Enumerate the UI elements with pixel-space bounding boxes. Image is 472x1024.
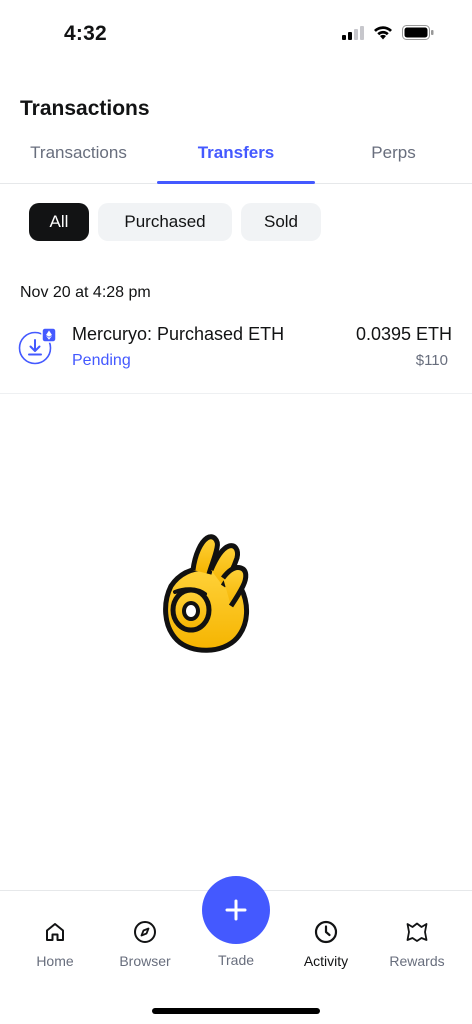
nav-activity[interactable]: Activity [281, 891, 371, 981]
signal-icon [342, 25, 364, 40]
transaction-amount: 0.0395 ETH [355, 324, 452, 344]
compass-icon [134, 921, 156, 943]
transaction-fiat-value: $110 [415, 352, 448, 369]
nav-trade-label: Trade [217, 952, 255, 968]
filter-sold[interactable]: Sold [241, 203, 321, 241]
eth-icon [41, 327, 57, 343]
nav-home-label: Home [36, 953, 74, 969]
filter-all[interactable]: All [29, 203, 89, 241]
nav-browser-label: Browser [119, 953, 171, 969]
transaction-row[interactable]: Mercuryo: Purchased ETH Pending 0.0395 E… [0, 316, 472, 394]
battery-icon [402, 25, 434, 40]
plus-icon [225, 899, 247, 921]
nav-home[interactable]: Home [10, 891, 100, 981]
trade-button[interactable] [202, 876, 270, 944]
tab-bar: Transactions Transfers Perps [0, 138, 472, 184]
transaction-title: Mercuryo: Purchased ETH [72, 324, 285, 344]
nav-browser[interactable]: Browser [100, 891, 190, 981]
clock-icon [314, 920, 338, 944]
transaction-status: Pending [72, 352, 131, 369]
nav-rewards-label: Rewards [389, 953, 445, 969]
wifi-icon [374, 26, 392, 40]
active-tab-indicator [157, 181, 315, 184]
filter-purchased[interactable]: Purchased [98, 203, 232, 241]
tab-transactions[interactable]: Transactions [0, 138, 157, 184]
tab-perps[interactable]: Perps [315, 138, 472, 184]
app-screen: 4:32 Transactions Transactions Transfers… [0, 0, 472, 1024]
status-time: 4:32 [64, 22, 107, 45]
ok-hand-emoji [163, 534, 249, 653]
home-icon [46, 923, 64, 941]
rewards-icon [406, 922, 428, 942]
home-indicator [152, 1008, 320, 1014]
nav-activity-label: Activity [303, 953, 349, 969]
receive-download-icon [18, 327, 57, 365]
status-icons [342, 25, 434, 40]
date-header: Nov 20 at 4:28 pm [20, 284, 151, 301]
nav-rewards[interactable]: Rewards [372, 891, 462, 981]
page-title: Transactions [20, 97, 150, 120]
filter-chips: All Purchased Sold [29, 203, 321, 241]
tab-transfers[interactable]: Transfers [157, 138, 315, 184]
